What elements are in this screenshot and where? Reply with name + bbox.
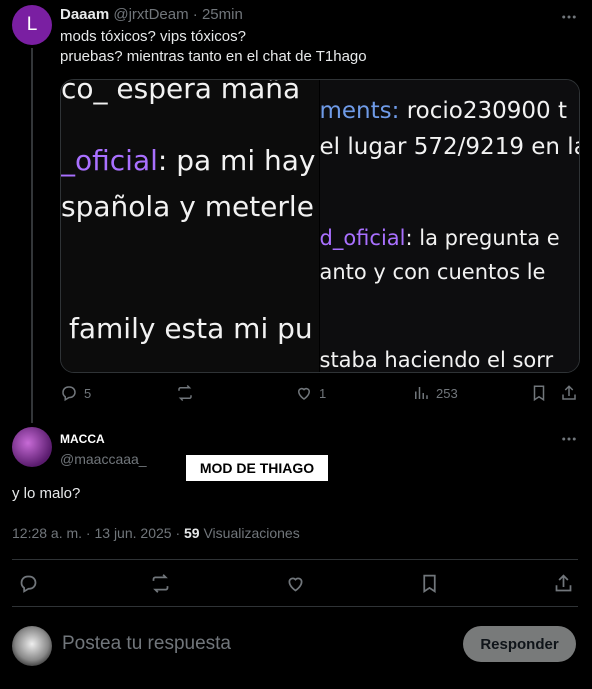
timestamp[interactable]: 12:28 a. m. · 13 jun. 2025 · xyxy=(12,525,184,541)
analytics-icon xyxy=(415,387,428,399)
overlay-label: MOD DE THIAGO xyxy=(186,455,328,481)
more-options-icon[interactable] xyxy=(560,430,578,448)
tweet-text: y lo malo? xyxy=(12,485,81,502)
repost-action[interactable] xyxy=(150,573,171,594)
media-image-right[interactable]: ments: rocio230900 t el lugar 572/9219 e… xyxy=(319,80,580,372)
tweet-header: Daaam @jrxtDeam · 25min xyxy=(60,6,243,23)
chat-line: family esta mi pu xyxy=(69,312,313,345)
chat-username: ments: xyxy=(319,98,400,124)
chat-line: spañola y meterle xyxy=(61,190,314,223)
views-label: Visualizaciones xyxy=(199,525,300,541)
bookmark-action[interactable] xyxy=(419,573,440,594)
reply-input[interactable]: Postea tu respuesta xyxy=(62,633,231,655)
views-action[interactable]: 253 xyxy=(412,384,458,402)
heart-icon xyxy=(288,577,303,592)
avatar[interactable] xyxy=(12,626,52,666)
tweet-text-line: pruebas? mientras tanto en el chat de T1… xyxy=(60,48,367,65)
reply-action[interactable] xyxy=(18,573,39,594)
bookmark-icon xyxy=(423,574,436,594)
chat-line: co_ espera maña xyxy=(61,80,301,105)
timestamp[interactable]: 25min xyxy=(202,6,243,23)
bookmark-icon xyxy=(533,385,545,402)
chat-message: rocio230900 t xyxy=(399,98,567,124)
avatar[interactable]: L xyxy=(12,5,52,45)
chat-message: : pa mi hay xyxy=(157,144,316,177)
tweet-metadata: 12:28 a. m. · 13 jun. 2025 · 59 Visualiz… xyxy=(12,525,300,541)
thread-line xyxy=(31,48,33,423)
heart-icon xyxy=(297,387,311,400)
avatar[interactable] xyxy=(12,427,52,467)
like-action[interactable] xyxy=(285,573,306,594)
like-action[interactable]: 1 xyxy=(295,384,326,402)
handle[interactable]: @maaccaaa_ xyxy=(60,451,147,467)
media-image-left[interactable]: co_ espera maña _oficial: pa mi hay spañ… xyxy=(61,80,320,372)
tweet-text: mods tóxicos? vips tóxicos? pruebas? mie… xyxy=(60,27,570,67)
tweet-media[interactable]: co_ espera maña _oficial: pa mi hay spañ… xyxy=(60,79,580,373)
chat-line: _oficial: pa mi hay xyxy=(61,144,316,177)
reply-count: 5 xyxy=(84,385,92,401)
reply-action[interactable]: 5 xyxy=(60,384,91,402)
chat-line: anto y con cuentos le xyxy=(319,260,546,284)
view-count: 59 xyxy=(184,525,200,541)
chat-line: d_oficial: la pregunta e xyxy=(320,226,560,250)
separator: · xyxy=(192,6,198,23)
display-name[interactable]: Daaam xyxy=(60,6,109,23)
repost-action[interactable] xyxy=(176,384,194,402)
divider xyxy=(12,606,578,607)
tweet-text-line: mods tóxicos? vips tóxicos? xyxy=(60,28,246,45)
more-options-icon[interactable] xyxy=(560,8,578,26)
chat-line: ments: rocio230900 t xyxy=(320,98,567,124)
share-action[interactable] xyxy=(553,573,574,594)
avatar-letter: L xyxy=(26,14,38,35)
chat-line: staba haciendo el sorr xyxy=(319,348,554,372)
bookmark-action[interactable] xyxy=(530,384,548,402)
chat-username: _oficial xyxy=(61,144,158,177)
divider xyxy=(12,559,578,560)
display-name[interactable]: MACCA xyxy=(60,432,105,446)
repost-icon xyxy=(152,574,169,593)
reply-icon xyxy=(20,575,37,593)
reply-button[interactable]: Responder xyxy=(463,626,576,662)
chat-username: d_oficial xyxy=(319,226,406,250)
reply-icon xyxy=(62,386,76,402)
handle[interactable]: @jrxtDeam xyxy=(113,6,188,23)
chat-line: el lugar 572/9219 en la xyxy=(319,134,580,160)
repost-icon xyxy=(178,384,192,402)
chat-message: : la pregunta e xyxy=(405,226,560,250)
share-action[interactable] xyxy=(560,384,578,402)
share-icon xyxy=(555,574,572,592)
view-count: 253 xyxy=(436,385,458,401)
like-count: 1 xyxy=(319,385,327,401)
share-icon xyxy=(562,385,576,400)
